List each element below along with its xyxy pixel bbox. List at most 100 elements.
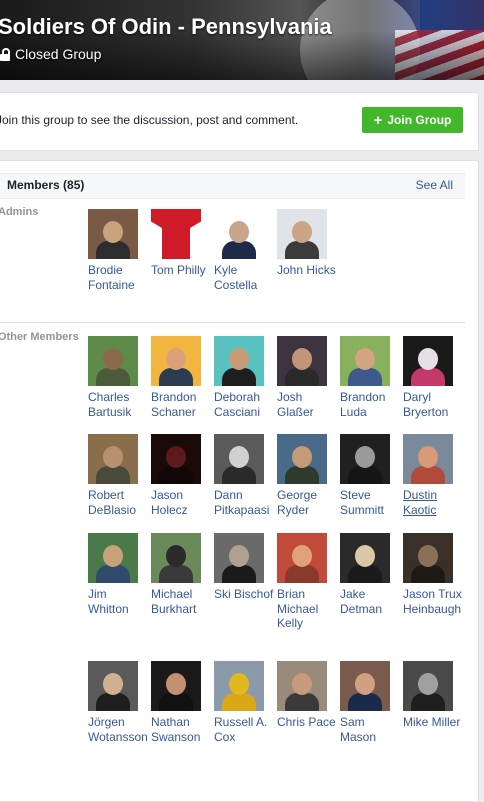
member-photo[interactable]: [151, 336, 201, 386]
member-item[interactable]: Ski Bischof: [214, 533, 274, 602]
join-group-label: Join Group: [387, 113, 452, 127]
member-photo[interactable]: [277, 661, 327, 711]
member-item[interactable]: Brandon Schaner: [151, 336, 211, 419]
member-name[interactable]: Nathan Swanson: [151, 715, 211, 744]
member-name[interactable]: Ski Bischof: [214, 587, 274, 602]
member-item[interactable]: Dustin Kaotic: [403, 434, 463, 517]
keystone-emblem: [151, 209, 201, 259]
member-photo[interactable]: [151, 533, 201, 583]
member-item[interactable]: Robert DeBlasio: [88, 434, 148, 517]
member-item[interactable]: Steve Summitt: [340, 434, 400, 517]
member-name[interactable]: Brandon Schaner: [151, 390, 211, 419]
members-title: Members (85): [7, 178, 85, 192]
member-name[interactable]: Tom Philly: [151, 263, 211, 278]
member-photo[interactable]: [88, 336, 138, 386]
member-photo[interactable]: [340, 336, 390, 386]
member-item[interactable]: George Ryder: [277, 434, 337, 517]
member-name[interactable]: Jörgen Wotansson: [88, 715, 148, 744]
member-item[interactable]: Mike Miller: [403, 661, 463, 730]
member-photo[interactable]: [340, 533, 390, 583]
member-item[interactable]: Deborah Casciani: [214, 336, 274, 419]
member-item[interactable]: Dann Pitkapaasi: [214, 434, 274, 517]
member-item[interactable]: Tom Philly: [151, 209, 211, 278]
member-name[interactable]: Chris Pace: [277, 715, 337, 730]
member-name[interactable]: Brodie Fontaine: [88, 263, 148, 292]
member-name[interactable]: Jason Holecz: [151, 488, 211, 517]
member-item[interactable]: Kyle Costella: [214, 209, 274, 292]
member-name[interactable]: John Hicks: [277, 263, 337, 278]
member-item[interactable]: Jörgen Wotansson: [88, 661, 148, 744]
member-photo[interactable]: [88, 533, 138, 583]
member-name[interactable]: Dann Pitkapaasi: [214, 488, 274, 517]
member-item[interactable]: Charles Bartusik: [88, 336, 148, 419]
member-name[interactable]: Jason Trux Heinbaugh: [403, 587, 463, 616]
member-photo[interactable]: [277, 434, 327, 484]
member-item[interactable]: Brian Michael Kelly: [277, 533, 337, 631]
section-divider: [0, 322, 465, 323]
member-photo[interactable]: [214, 434, 264, 484]
member-photo[interactable]: [340, 661, 390, 711]
member-name[interactable]: Charles Bartusik: [88, 390, 148, 419]
member-item[interactable]: Josh Glaßer: [277, 336, 337, 419]
member-name[interactable]: Daryl Bryerton: [403, 390, 463, 419]
member-item[interactable]: Brandon Luda: [340, 336, 400, 419]
members-header: Members (85) See All: [0, 173, 465, 199]
member-name[interactable]: Michael Burkhart: [151, 587, 211, 616]
member-name[interactable]: Robert DeBlasio: [88, 488, 148, 517]
member-item[interactable]: Jim Whitton: [88, 533, 148, 616]
member-photo[interactable]: [214, 336, 264, 386]
member-item[interactable]: Jason Trux Heinbaugh: [403, 533, 463, 616]
member-item[interactable]: Michael Burkhart: [151, 533, 211, 616]
member-photo[interactable]: [214, 209, 264, 259]
member-item[interactable]: Brodie Fontaine: [88, 209, 148, 292]
join-group-button[interactable]: + Join Group: [362, 107, 463, 133]
group-title[interactable]: Soldiers Of Odin - Pennsylvania: [0, 14, 332, 40]
member-photo[interactable]: [340, 434, 390, 484]
other-members-label: Other Members: [0, 331, 79, 343]
member-item[interactable]: Jason Holecz: [151, 434, 211, 517]
member-photo[interactable]: [403, 533, 453, 583]
member-photo[interactable]: [151, 434, 201, 484]
member-name[interactable]: George Ryder: [277, 488, 337, 517]
member-name[interactable]: Steve Summitt: [340, 488, 400, 517]
member-photo[interactable]: [151, 661, 201, 711]
member-name[interactable]: Brian Michael Kelly: [277, 587, 337, 631]
member-photo[interactable]: [403, 661, 453, 711]
join-group-bar: Join this group to see the discussion, p…: [0, 92, 479, 151]
member-name[interactable]: Russell A. Cox: [214, 715, 274, 744]
member-item[interactable]: Daryl Bryerton: [403, 336, 463, 419]
member-photo[interactable]: [403, 434, 453, 484]
members-card: Members (85) See All Admins Other Member…: [0, 160, 479, 802]
admins-label: Admins: [0, 206, 39, 218]
member-photo[interactable]: [151, 209, 201, 259]
member-name[interactable]: Sam Mason: [340, 715, 400, 744]
privacy-label: Closed Group: [15, 46, 102, 62]
member-photo[interactable]: [88, 209, 138, 259]
member-photo[interactable]: [88, 434, 138, 484]
member-item[interactable]: Jake Detman: [340, 533, 400, 616]
member-item[interactable]: Russell A. Cox: [214, 661, 274, 744]
see-all-link[interactable]: See All: [416, 178, 453, 192]
member-item[interactable]: Chris Pace: [277, 661, 337, 730]
member-photo[interactable]: [277, 209, 327, 259]
member-photo[interactable]: [214, 533, 264, 583]
member-name[interactable]: Brandon Luda: [340, 390, 400, 419]
member-photo[interactable]: [277, 533, 327, 583]
member-name[interactable]: Deborah Casciani: [214, 390, 274, 419]
join-message: Join this group to see the discussion, p…: [0, 113, 299, 127]
member-name[interactable]: Dustin Kaotic: [403, 488, 463, 517]
member-item[interactable]: John Hicks: [277, 209, 337, 278]
member-item[interactable]: Nathan Swanson: [151, 661, 211, 744]
member-photo[interactable]: [277, 336, 327, 386]
lock-icon: [0, 48, 10, 61]
member-photo[interactable]: [88, 661, 138, 711]
group-cover-photo: Soldiers Of Odin - Pennsylvania Closed G…: [0, 0, 484, 80]
member-name[interactable]: Jim Whitton: [88, 587, 148, 616]
member-photo[interactable]: [403, 336, 453, 386]
member-item[interactable]: Sam Mason: [340, 661, 400, 744]
member-name[interactable]: Jake Detman: [340, 587, 400, 616]
member-name[interactable]: Josh Glaßer: [277, 390, 337, 419]
member-name[interactable]: Mike Miller: [403, 715, 463, 730]
member-photo[interactable]: [214, 661, 264, 711]
member-name[interactable]: Kyle Costella: [214, 263, 274, 292]
